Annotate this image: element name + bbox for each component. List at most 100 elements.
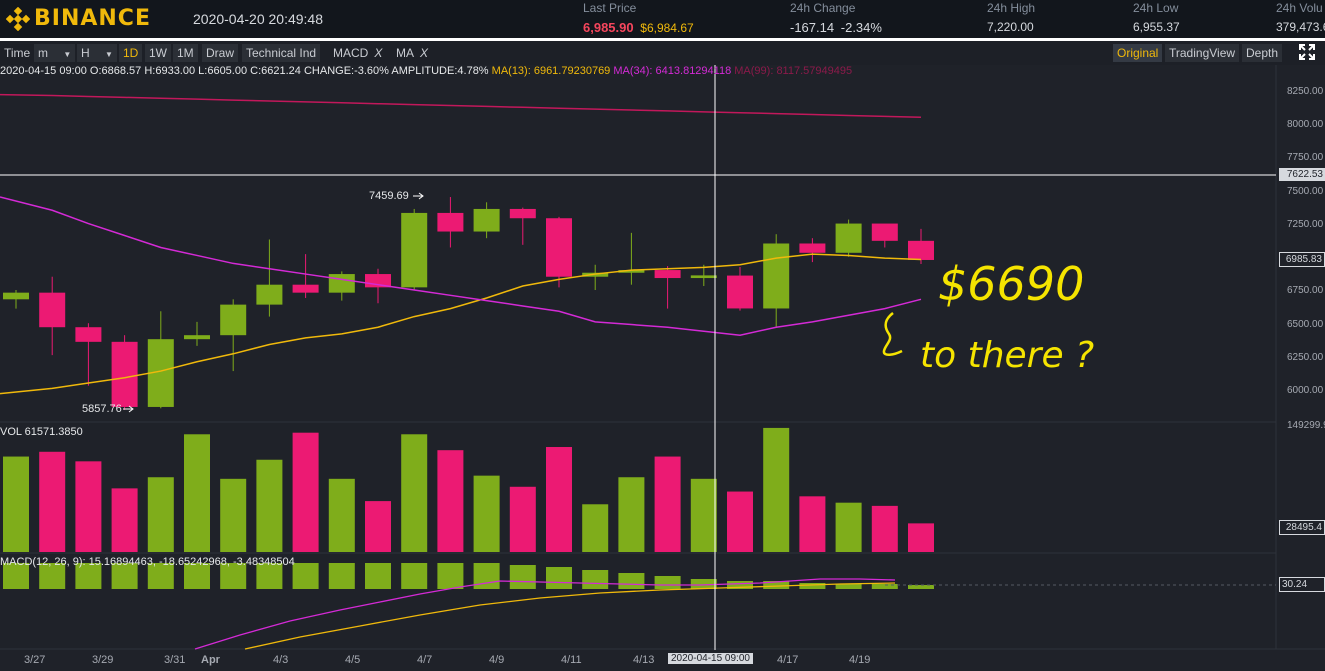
- candle[interactable]: [256, 239, 283, 317]
- depth-button[interactable]: Depth: [1242, 44, 1283, 62]
- candle-body: [292, 284, 319, 293]
- volume-bar: [328, 478, 355, 552]
- ohlc-legend: 2020-04-15 09:00 O:6868.57 H:6933.00 L:6…: [0, 65, 852, 77]
- candle-body: [75, 327, 102, 342]
- time-button[interactable]: Time: [0, 44, 34, 62]
- price-tick: 6000.00: [1287, 385, 1324, 396]
- ma99-legend: MA(99): 8117.57949495: [734, 65, 853, 77]
- price-tick: 8250.00: [1287, 86, 1324, 97]
- candle[interactable]: [582, 264, 609, 291]
- candle[interactable]: [509, 207, 536, 245]
- candle-body: [908, 240, 934, 260]
- macd-value-label: 30.24: [1279, 577, 1325, 592]
- price-tick: 8000.00: [1287, 119, 1324, 131]
- candle[interactable]: [473, 202, 500, 239]
- candle[interactable]: [220, 299, 247, 372]
- volume-bar: [256, 459, 283, 552]
- candle[interactable]: [727, 267, 753, 311]
- macd-histogram-bar: [437, 563, 464, 589]
- candle-body: [256, 284, 283, 305]
- volume-bar: [39, 451, 66, 552]
- candle[interactable]: [111, 335, 138, 410]
- high-stat: 24h High 7,220.00: [987, 1, 1035, 34]
- draw-button[interactable]: Draw: [202, 44, 239, 62]
- date-tick: 3/27: [24, 654, 46, 666]
- chevron-down-icon: ▼: [105, 50, 113, 59]
- close-icon[interactable]: X: [374, 46, 382, 60]
- ma-indicator-tag[interactable]: MA X: [392, 44, 432, 62]
- volume-bar: [509, 486, 536, 552]
- chart-canvas: [0, 65, 1325, 650]
- candle[interactable]: [401, 208, 428, 291]
- volume-label: 24h Volu: [1276, 1, 1323, 15]
- candle-body: [509, 208, 536, 219]
- macd-tag-label: MACD: [333, 46, 369, 60]
- candle[interactable]: [835, 219, 862, 257]
- low-stat: 24h Low 6,955.37: [1133, 1, 1180, 34]
- change-pct: -2.34%: [840, 20, 882, 35]
- date-tick: 4/3: [273, 654, 289, 666]
- last-price-usd: $6,984.67: [640, 21, 694, 35]
- brand-name: BINANCE: [34, 6, 151, 31]
- interval-1w-button[interactable]: 1W: [145, 44, 171, 62]
- chart-area[interactable]: 2020-04-15 09:00 O:6868.57 H:6933.00 L:6…: [0, 65, 1325, 671]
- candle[interactable]: [763, 234, 790, 328]
- candle[interactable]: [618, 232, 645, 285]
- volume-bar: [220, 478, 247, 552]
- tradingview-button[interactable]: TradingView: [1165, 44, 1240, 62]
- candle[interactable]: [3, 290, 29, 309]
- fullscreen-icon[interactable]: [1294, 43, 1320, 61]
- macd-indicator-tag[interactable]: MACD X: [329, 44, 386, 62]
- macd-histogram-bar: [401, 563, 428, 589]
- candle[interactable]: [39, 276, 66, 356]
- candle-body: [690, 275, 717, 279]
- volume-bar: [147, 477, 174, 552]
- candle-body: [111, 341, 138, 407]
- technical-indicators-button[interactable]: Technical Ind: [242, 44, 321, 62]
- candle[interactable]: [147, 311, 174, 409]
- change-label: 24h Change: [790, 1, 856, 15]
- price-tick: 6250.00: [1287, 351, 1324, 363]
- hour-dropdown[interactable]: H ▼: [77, 44, 117, 62]
- date-tick: 4/11: [561, 654, 582, 666]
- candle[interactable]: [546, 216, 572, 288]
- candle[interactable]: [799, 238, 826, 263]
- candle-body: [835, 223, 862, 253]
- volume-bar: [473, 475, 500, 552]
- candle[interactable]: [871, 223, 898, 248]
- candle-body: [473, 208, 500, 232]
- macd-histogram-bar: [509, 565, 536, 589]
- candle[interactable]: [328, 271, 355, 301]
- interval-1m-button[interactable]: 1M: [173, 44, 198, 62]
- volume-bar: [835, 502, 862, 552]
- price-tick: 6500.00: [1287, 318, 1324, 330]
- macd-legend: MACD(12, 26, 9): 15.16894463, -18.652429…: [0, 556, 295, 568]
- original-view-button[interactable]: Original: [1113, 44, 1163, 62]
- volume-bar: [437, 450, 464, 552]
- date-tick: 4/5: [345, 654, 361, 666]
- date-tick: 4/13: [633, 654, 655, 666]
- handwritten-question-note: to there ?: [920, 335, 1095, 376]
- date-tick: 3/29: [92, 654, 114, 666]
- macd-dif-line: [194, 578, 896, 650]
- candle[interactable]: [654, 266, 681, 309]
- ma34-legend: MA(34): 6413.81294118: [613, 65, 732, 77]
- change-abs: -167.14: [790, 20, 835, 35]
- date-tick: Apr: [201, 654, 220, 666]
- candle-body: [871, 223, 898, 241]
- minute-dropdown[interactable]: m ▼: [34, 44, 76, 62]
- macd-histogram-bar: [365, 563, 391, 589]
- crosshair-date-label: 2020-04-15 09:00: [668, 653, 753, 664]
- top-bar: BINANCE 2020-04-20 20:49:48 Last Price 6…: [0, 0, 1325, 38]
- candle[interactable]: [184, 321, 210, 346]
- candle[interactable]: [75, 323, 102, 386]
- interval-1d-button[interactable]: 1D: [119, 44, 143, 62]
- price-tick: 7750.00: [1287, 152, 1324, 164]
- expand-arrows-icon: [1299, 44, 1315, 60]
- close-icon[interactable]: X: [420, 46, 428, 60]
- volume-bar: [546, 447, 572, 552]
- volume-bar: [582, 504, 609, 552]
- binance-logo[interactable]: BINANCE: [6, 6, 151, 31]
- last-price-stat: Last Price 6,985.90 $6,984.67: [583, 1, 694, 35]
- candle[interactable]: [437, 197, 464, 248]
